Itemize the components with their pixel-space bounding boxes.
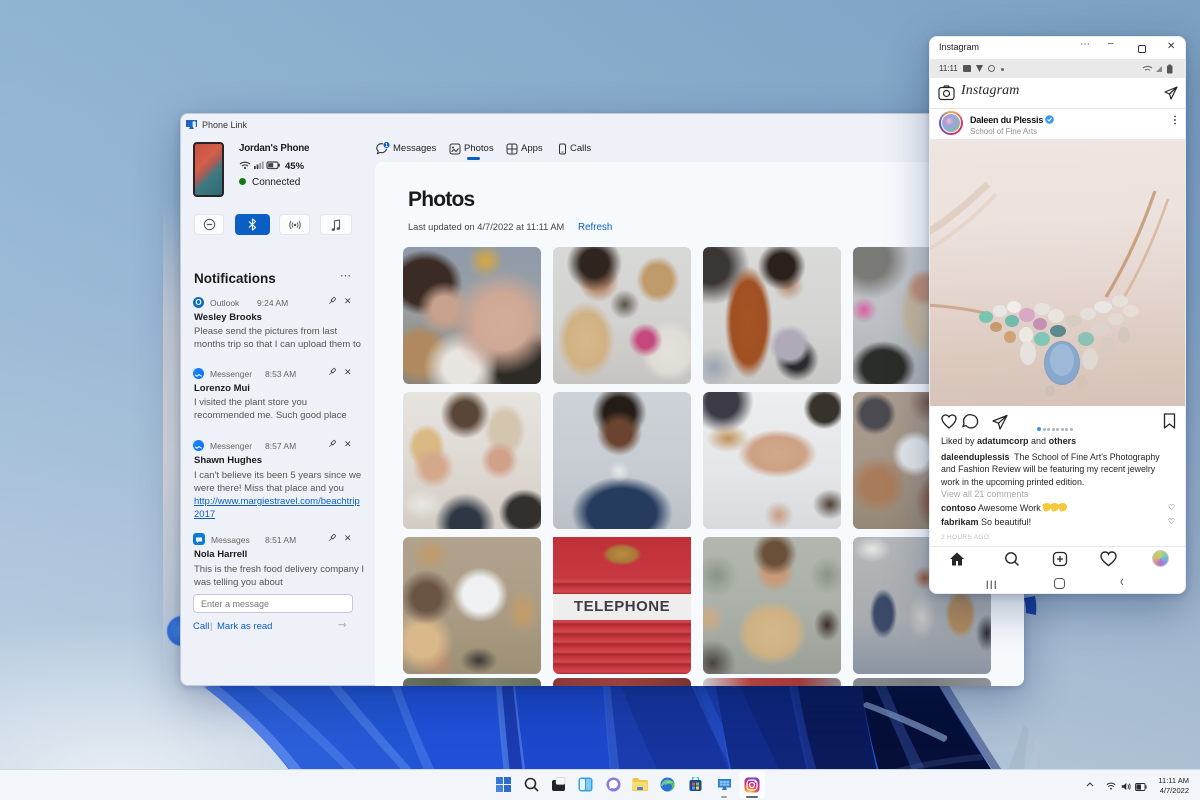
svg-text:1: 1 xyxy=(385,143,388,149)
